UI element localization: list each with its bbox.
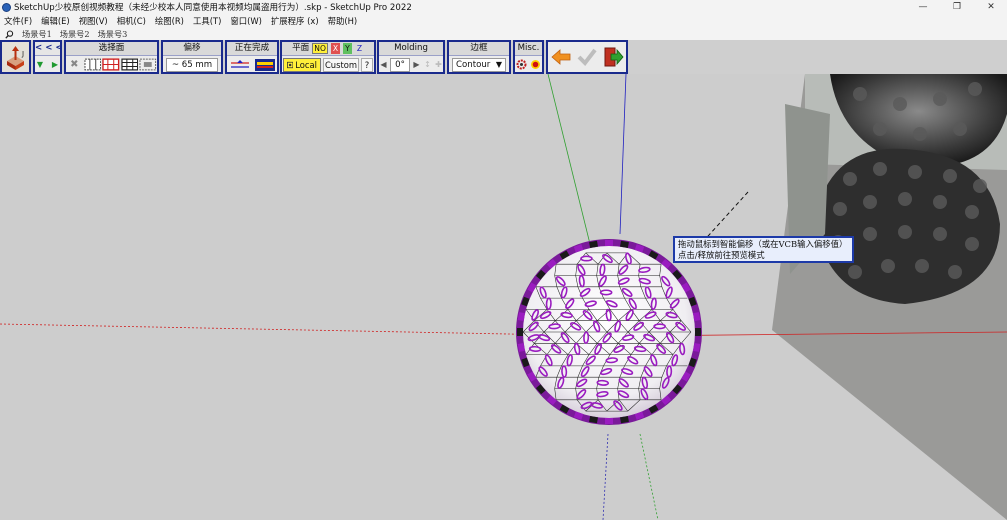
- offset-input[interactable]: ~ 65 mm: [166, 57, 218, 72]
- minimize-button[interactable]: —: [907, 0, 939, 14]
- tooltip-line-2: 点击/释放前往预览模式: [678, 250, 765, 260]
- check-icon[interactable]: [576, 47, 598, 67]
- scene-tabs: 场景号1 场景号2 场景号3: [0, 28, 1007, 40]
- scene-tab-3[interactable]: 场景号3: [94, 28, 132, 40]
- menu-draw[interactable]: 绘图(R): [155, 15, 184, 27]
- plane-no-button[interactable]: NO: [312, 43, 328, 54]
- close-button[interactable]: ✕: [975, 0, 1007, 14]
- menu-view[interactable]: 视图(V): [79, 15, 108, 27]
- offset-box: 偏移 ~ 65 mm: [161, 40, 223, 74]
- molding-title: Molding: [379, 42, 443, 56]
- geodesic-sphere-model[interactable]: [516, 239, 702, 425]
- axis-y-button[interactable]: Y: [342, 43, 352, 54]
- model-viewport[interactable]: 拖动鼠标到智能偏移（或在VCB输入偏移值） 点击/释放前往预览模式: [0, 74, 1007, 520]
- border-select[interactable]: Contour ▼: [452, 57, 506, 72]
- menu-tools[interactable]: 工具(T): [193, 15, 221, 27]
- target-icon: [287, 61, 294, 68]
- molding-box: Molding ◀ 0° ▶ ↕ ✚: [377, 40, 445, 74]
- scene-tab-2[interactable]: 场景号2: [56, 28, 94, 40]
- title-bar: SketchUp少校原创视频教程（未经少校本人同意使用本视频均属盗用行为）.sk…: [0, 0, 1007, 14]
- chevron-down-icon: ▼: [495, 60, 502, 69]
- border-select-value: Contour: [456, 59, 491, 70]
- plane-header: 平面 NO X Y Z: [282, 42, 374, 56]
- undo-arrow-icon[interactable]: [550, 47, 572, 67]
- joint-push-pull-toolbar: J < < < ▼ ▶ 选择面 ✖ 偏移 ~ 65 mm 正在完成 平面 NO …: [0, 40, 800, 74]
- finish-thick-icon[interactable]: [254, 58, 275, 71]
- plugin-logo-icon: J: [7, 46, 24, 70]
- border-title: 边框: [449, 42, 509, 56]
- local-plane-label: Local: [295, 59, 317, 70]
- menu-window[interactable]: 窗口(W): [230, 15, 262, 27]
- finishing-title: 正在完成: [227, 42, 277, 56]
- menu-help[interactable]: 帮助(H): [328, 15, 358, 27]
- angle-increase-icon[interactable]: ▶: [412, 59, 421, 71]
- reset-angle-icon[interactable]: ↕: [423, 59, 432, 71]
- offset-tooltip: 拖动鼠标到智能偏移（或在VCB输入偏移值） 点击/释放前往预览模式: [673, 236, 854, 263]
- offset-title: 偏移: [163, 42, 221, 56]
- triangle-right-icon[interactable]: ▶: [51, 59, 60, 71]
- scene-tab-1[interactable]: 场景号1: [18, 28, 56, 40]
- select-grid-icon[interactable]: [121, 58, 139, 71]
- misc-title: Misc.: [515, 42, 542, 56]
- sketchup-logo-icon: [2, 2, 11, 12]
- svg-text:J: J: [21, 50, 24, 58]
- exit-icon[interactable]: [602, 46, 624, 68]
- plus-icon[interactable]: ✚: [434, 59, 443, 71]
- angle-decrease-icon[interactable]: ◀: [379, 59, 388, 71]
- window-title: SketchUp少校原创视频教程（未经少校本人同意使用本视频均属盗用行为）.sk…: [14, 3, 412, 13]
- custom-plane-button[interactable]: Custom: [323, 57, 359, 72]
- tooltip-line-1: 拖动鼠标到智能偏移（或在VCB输入偏移值）: [678, 239, 848, 249]
- triangle-down-icon[interactable]: ▼: [36, 59, 45, 71]
- reference-photo: [772, 74, 1007, 520]
- axis-z-button[interactable]: Z: [354, 43, 364, 54]
- plugin-logo-box[interactable]: J: [0, 40, 31, 74]
- record-icon[interactable]: [530, 59, 541, 70]
- menu-bar: 文件(F) 编辑(E) 视图(V) 相机(C) 绘图(R) 工具(T) 窗口(W…: [0, 14, 1007, 28]
- maximize-button[interactable]: ❐: [941, 0, 973, 14]
- select-face-box: 选择面 ✖: [64, 40, 159, 74]
- plane-box: 平面 NO X Y Z Local Custom ?: [280, 40, 376, 74]
- search-icon[interactable]: [0, 29, 18, 39]
- menu-edit[interactable]: 编辑(E): [41, 15, 70, 27]
- select-connected-icon[interactable]: [102, 58, 120, 71]
- menu-extensions[interactable]: 扩展程序 (x): [271, 15, 319, 27]
- nav-box: < < < ▼ ▶: [33, 40, 63, 74]
- border-box: 边框 Contour ▼: [447, 40, 511, 74]
- select-border-icon[interactable]: [84, 58, 102, 71]
- molding-angle-input[interactable]: 0°: [390, 57, 410, 72]
- plane-help-button[interactable]: ?: [361, 57, 373, 72]
- model-scene: [0, 74, 1007, 520]
- finish-thin-icon[interactable]: [230, 59, 250, 71]
- axis-x-button[interactable]: X: [330, 43, 340, 54]
- finishing-box: 正在完成: [225, 40, 279, 74]
- select-face-title: 选择面: [66, 42, 157, 56]
- menu-camera[interactable]: 相机(C): [117, 15, 146, 27]
- clear-selection-icon[interactable]: ✖: [66, 59, 83, 71]
- plane-title: 平面: [292, 43, 310, 53]
- nav-back-label[interactable]: < < <: [35, 42, 63, 56]
- menu-file[interactable]: 文件(F): [4, 15, 32, 27]
- gear-icon[interactable]: [516, 59, 527, 70]
- select-all-icon[interactable]: [139, 58, 157, 71]
- misc-box: Misc.: [513, 40, 544, 74]
- action-box: [546, 40, 628, 74]
- local-plane-button[interactable]: Local: [283, 57, 321, 72]
